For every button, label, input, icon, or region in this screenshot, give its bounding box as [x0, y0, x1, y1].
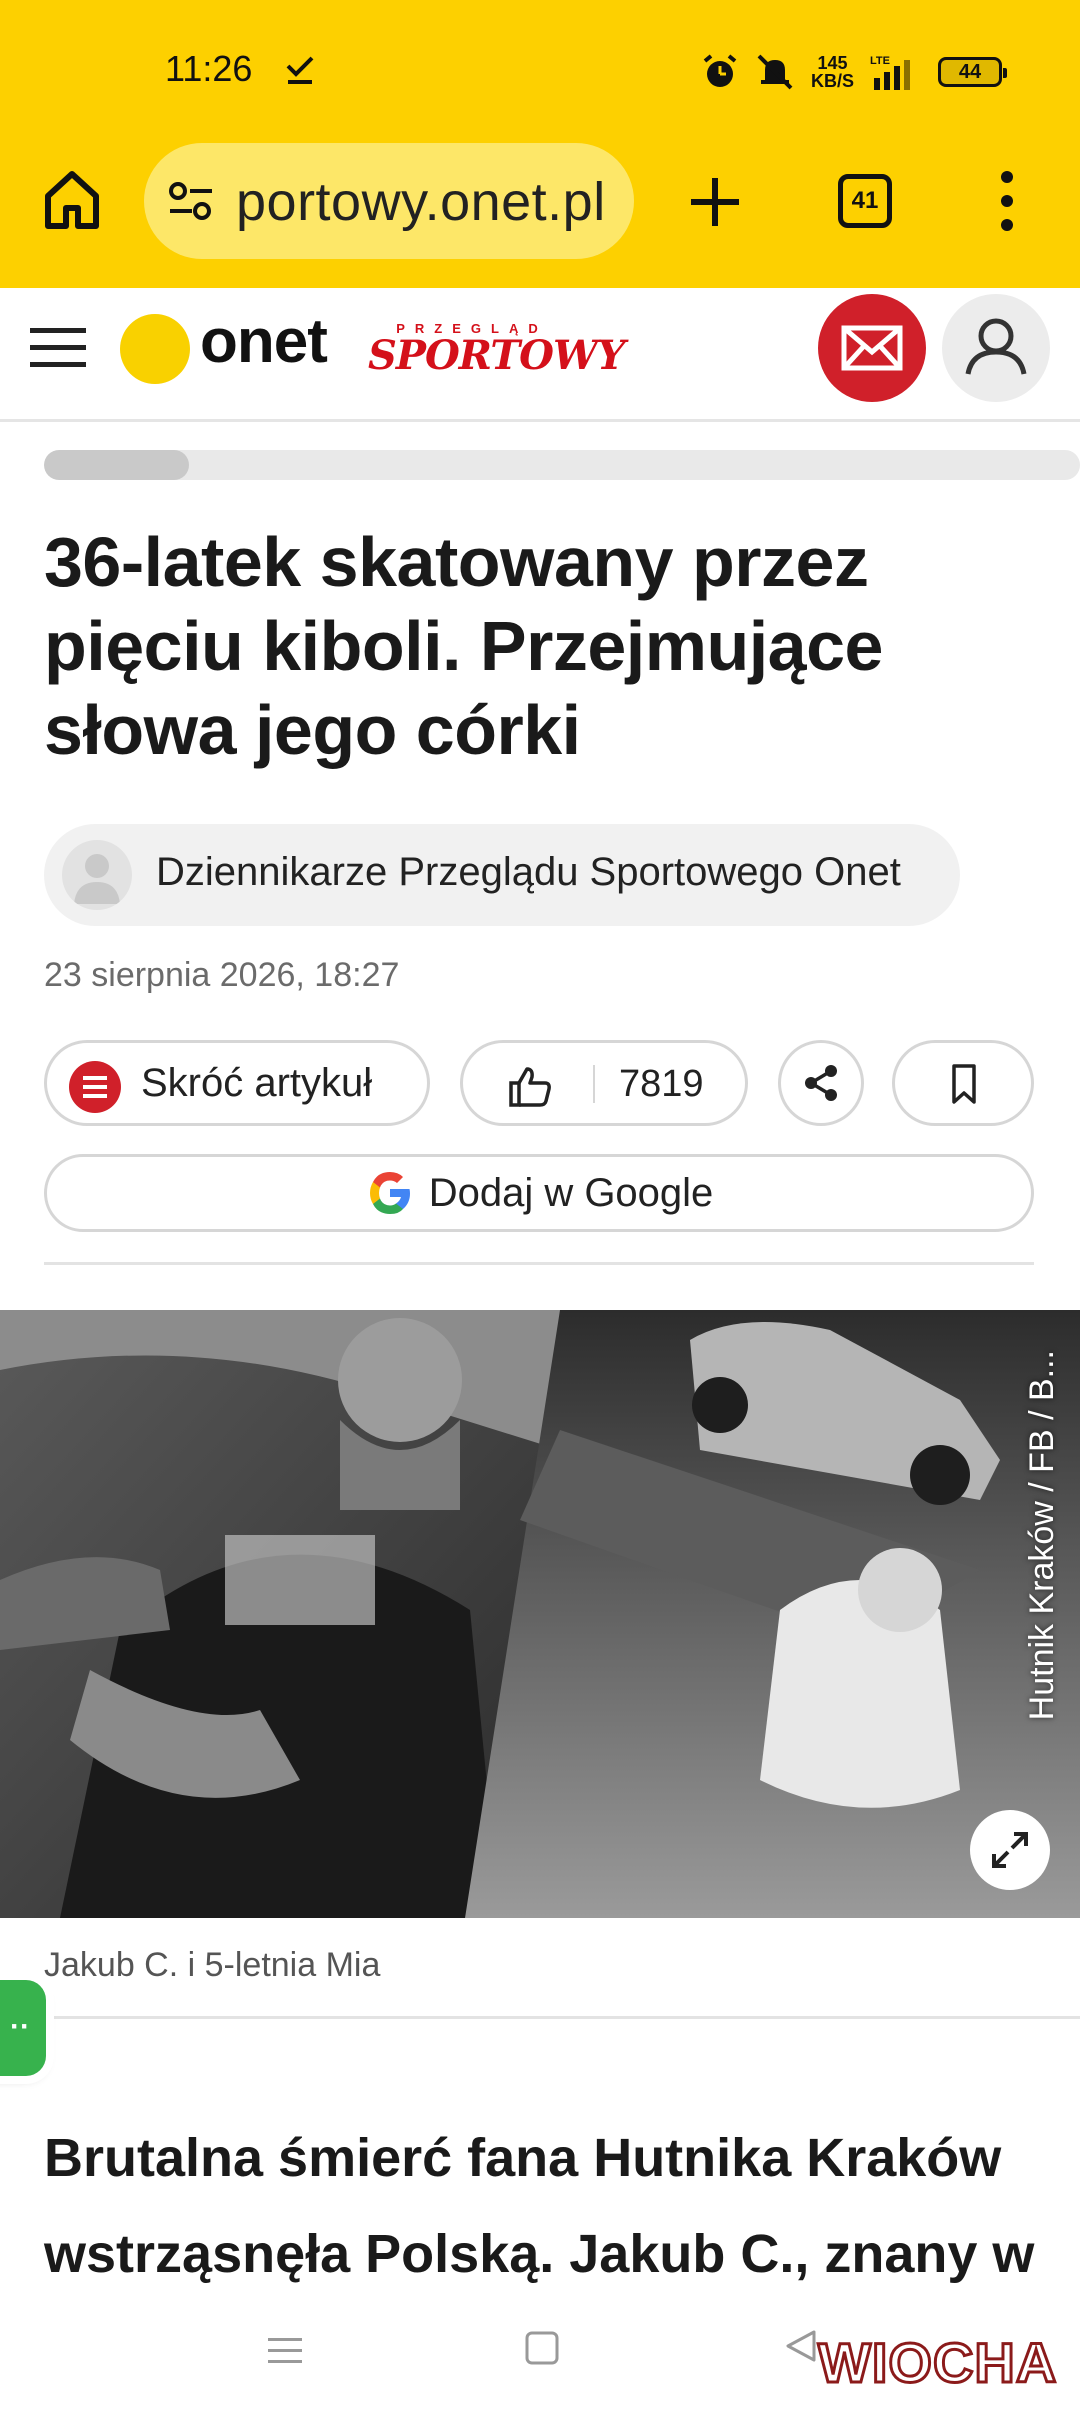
photo-image [0, 1310, 1080, 1918]
tune-icon[interactable] [166, 179, 216, 223]
chat-dots-icon: ·· [10, 2010, 30, 2043]
avatar-placeholder-icon [74, 854, 120, 904]
author-pill[interactable]: Dziennikarze Przeglądu Sportowego Onet [44, 824, 960, 926]
add-to-google-button[interactable]: Dodaj w Google [44, 1154, 1034, 1232]
ps-logo-big: SPORTOWY [368, 332, 625, 379]
summary-icon [69, 1061, 121, 1113]
hamburger-menu-icon[interactable] [30, 324, 86, 372]
przeglad-sportowy-logo[interactable]: PRZEGLĄD SPORTOWY [368, 322, 625, 379]
article-title: 36-latek skatowany przez pięciu kiboli. … [44, 523, 883, 769]
google-icon [369, 1172, 410, 1214]
status-time: 11:26 [165, 48, 253, 89]
mail-icon [841, 325, 903, 371]
thumbs-up-icon [509, 1067, 551, 1107]
plus-icon[interactable] [683, 170, 747, 234]
url-bar[interactable]: portowy.onet.pl [144, 143, 634, 259]
net-speed-unit: KB/S [810, 71, 854, 91]
article-actions: Skróć artykuł 7819 [44, 1040, 1044, 1126]
status-bar: 11:26 145 KB/S LTE 44 [0, 48, 1080, 100]
author-avatar [62, 840, 132, 910]
mail-button[interactable] [818, 294, 926, 402]
watermark: WIOCHA [816, 2330, 1058, 2396]
home-icon[interactable] [38, 166, 106, 234]
bookmark-button[interactable] [892, 1040, 1034, 1126]
onet-logo[interactable]: onet [200, 306, 328, 377]
battery-indicator: 44 [938, 57, 1007, 87]
more-vert-icon[interactable] [995, 168, 1019, 234]
browser-chrome: 11:26 145 KB/S LTE 44 portowy.onet.pl 41 [0, 0, 1080, 288]
content-divider [44, 1262, 1034, 1265]
share-icon [805, 1065, 837, 1101]
svg-text:LTE: LTE [870, 55, 890, 67]
bookmark-icon [952, 1064, 976, 1104]
reading-progress-bar [44, 450, 1080, 480]
author-name[interactable]: Dziennikarze Przeglądu Sportowego Onet [156, 850, 901, 895]
home-square-icon[interactable] [522, 2328, 562, 2368]
shorten-article-button[interactable]: Skróć artykuł [44, 1040, 430, 1126]
article-photo[interactable]: Hutnik Kraków / FB / B... [0, 1310, 1080, 1918]
download-done-icon [286, 56, 314, 84]
expand-icon [992, 1832, 1028, 1868]
net-speed: 145 KB/S [811, 54, 854, 90]
like-divider [593, 1065, 595, 1103]
url-text[interactable]: portowy.onet.pl [236, 171, 606, 233]
alarm-icon [703, 54, 737, 87]
mute-bell-icon [757, 54, 793, 90]
like-button[interactable]: 7819 [460, 1040, 748, 1126]
reading-progress-fill [44, 450, 190, 480]
back-triangle-icon[interactable] [782, 2326, 822, 2366]
system-nav-bar: WIOCHA [0, 2300, 1080, 2412]
caption-divider [44, 2016, 1080, 2019]
shorten-article-label: Skróć artykuł [141, 1061, 373, 1105]
publish-date: 23 sierpnia 2026, 18:27 [44, 956, 400, 994]
tabs-icon[interactable]: 41 [838, 174, 892, 228]
add-to-google-inner: Dodaj w Google [47, 1157, 1031, 1229]
add-to-google-label: Dodaj w Google [428, 1170, 714, 1215]
photo-caption: Jakub C. i 5-letnia Mia [44, 1946, 381, 1984]
status-right: 145 KB/S LTE 44 [701, 52, 1007, 92]
signal-icon: LTE [870, 55, 910, 90]
onet-logo-dot[interactable] [120, 314, 190, 384]
photo-credit: Hutnik Kraków / FB / B... [1023, 1350, 1061, 1721]
account-button[interactable] [942, 294, 1050, 402]
recents-menu-icon[interactable] [265, 2330, 305, 2370]
like-count: 7819 [619, 1063, 704, 1105]
site-header: onet PRZEGLĄD SPORTOWY [0, 288, 1080, 422]
share-button[interactable] [778, 1040, 864, 1126]
article-lead: Brutalna śmierć fana Hutnika Kraków wstr… [44, 2128, 1035, 2284]
floating-chat-button[interactable]: ·· [0, 1980, 46, 2076]
user-icon [965, 318, 1027, 375]
expand-photo-button[interactable] [970, 1810, 1050, 1890]
browser-toolbar: portowy.onet.pl 41 [0, 140, 1080, 264]
net-speed-value: 145 [817, 53, 848, 73]
